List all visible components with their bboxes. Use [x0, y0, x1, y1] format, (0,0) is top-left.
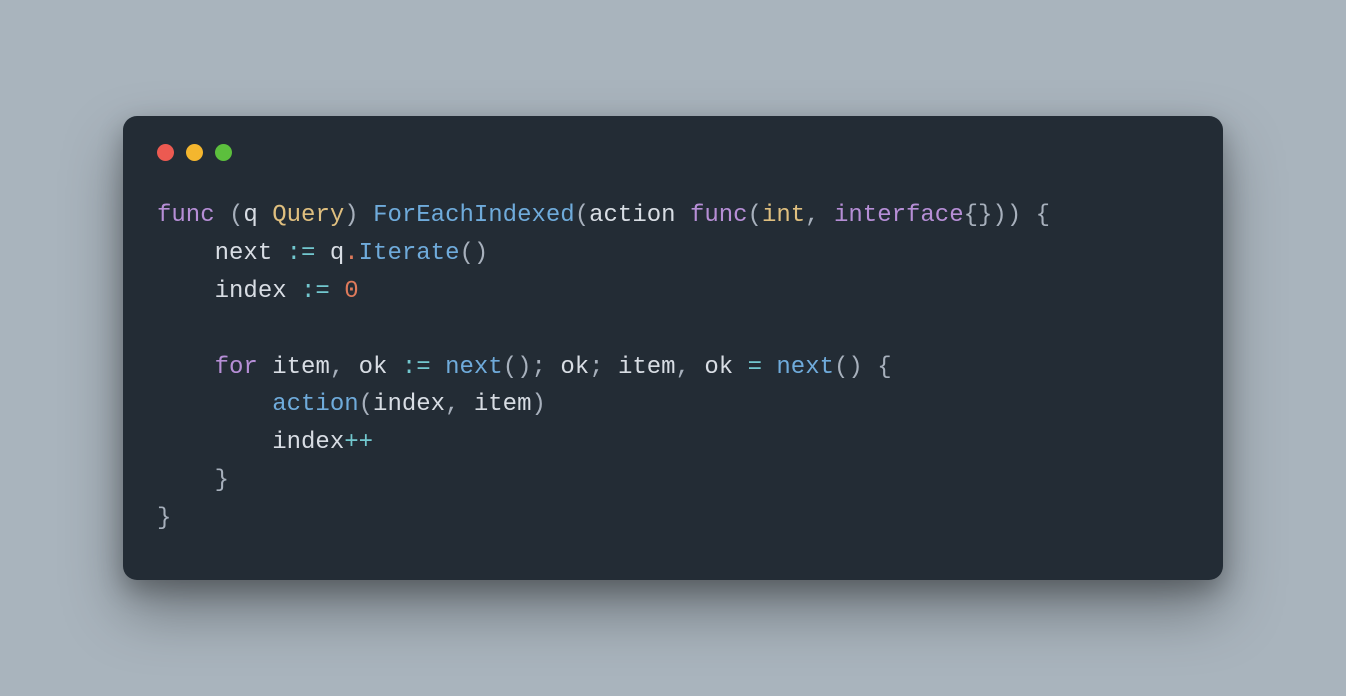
close-icon[interactable]	[157, 144, 174, 161]
punct: ,	[330, 354, 344, 381]
punct: )	[531, 391, 545, 418]
receiver-type: Query	[272, 202, 344, 229]
keyword-func: func	[690, 202, 748, 229]
code-block: func (q Query) ForEachIndexed(action fun…	[157, 197, 1189, 538]
var-index: index	[272, 429, 344, 456]
op-walrus: :=	[402, 354, 431, 381]
punct: ()	[834, 354, 863, 381]
traffic-lights	[157, 144, 1189, 161]
method-name: ForEachIndexed	[373, 202, 575, 229]
punct: (	[229, 202, 243, 229]
op-eq: =	[748, 354, 762, 381]
punct: (	[748, 202, 762, 229]
keyword-for: for	[215, 354, 258, 381]
punct: {	[1036, 202, 1050, 229]
punct: }	[157, 505, 171, 532]
punct: {}	[964, 202, 993, 229]
code-window: func (q Query) ForEachIndexed(action fun…	[123, 116, 1223, 580]
var-next: next	[215, 240, 273, 267]
ident-q: q	[330, 240, 344, 267]
maximize-icon[interactable]	[215, 144, 232, 161]
var-ok: ok	[704, 354, 733, 381]
minimize-icon[interactable]	[186, 144, 203, 161]
var-item: item	[272, 354, 330, 381]
call-next: next	[776, 354, 834, 381]
punct: ,	[445, 391, 459, 418]
op-walrus: :=	[301, 278, 330, 305]
punct: )	[992, 202, 1006, 229]
call-action: action	[272, 391, 358, 418]
punct: (	[359, 391, 373, 418]
punct: )	[344, 202, 358, 229]
dot-op: .	[344, 240, 358, 267]
var-index: index	[215, 278, 287, 305]
var-index: index	[373, 391, 445, 418]
call-next: next	[445, 354, 503, 381]
punct: ()	[459, 240, 488, 267]
punct: {	[877, 354, 891, 381]
punct: ,	[805, 202, 819, 229]
punct: (	[575, 202, 589, 229]
keyword-func: func	[157, 202, 215, 229]
punct: }	[215, 467, 229, 494]
receiver-name: q	[243, 202, 257, 229]
type-int: int	[762, 202, 805, 229]
punct: ,	[676, 354, 690, 381]
method-iterate: Iterate	[359, 240, 460, 267]
punct: ;	[589, 354, 603, 381]
var-ok: ok	[359, 354, 388, 381]
punct: ;	[532, 354, 546, 381]
op-increment: ++	[344, 429, 373, 456]
var-ok: ok	[560, 354, 589, 381]
punct: )	[1007, 202, 1021, 229]
var-item: item	[474, 391, 532, 418]
param-name: action	[589, 202, 675, 229]
literal-zero: 0	[344, 278, 358, 305]
punct: ()	[503, 354, 532, 381]
op-walrus: :=	[287, 240, 316, 267]
var-item: item	[618, 354, 676, 381]
keyword-interface: interface	[834, 202, 964, 229]
